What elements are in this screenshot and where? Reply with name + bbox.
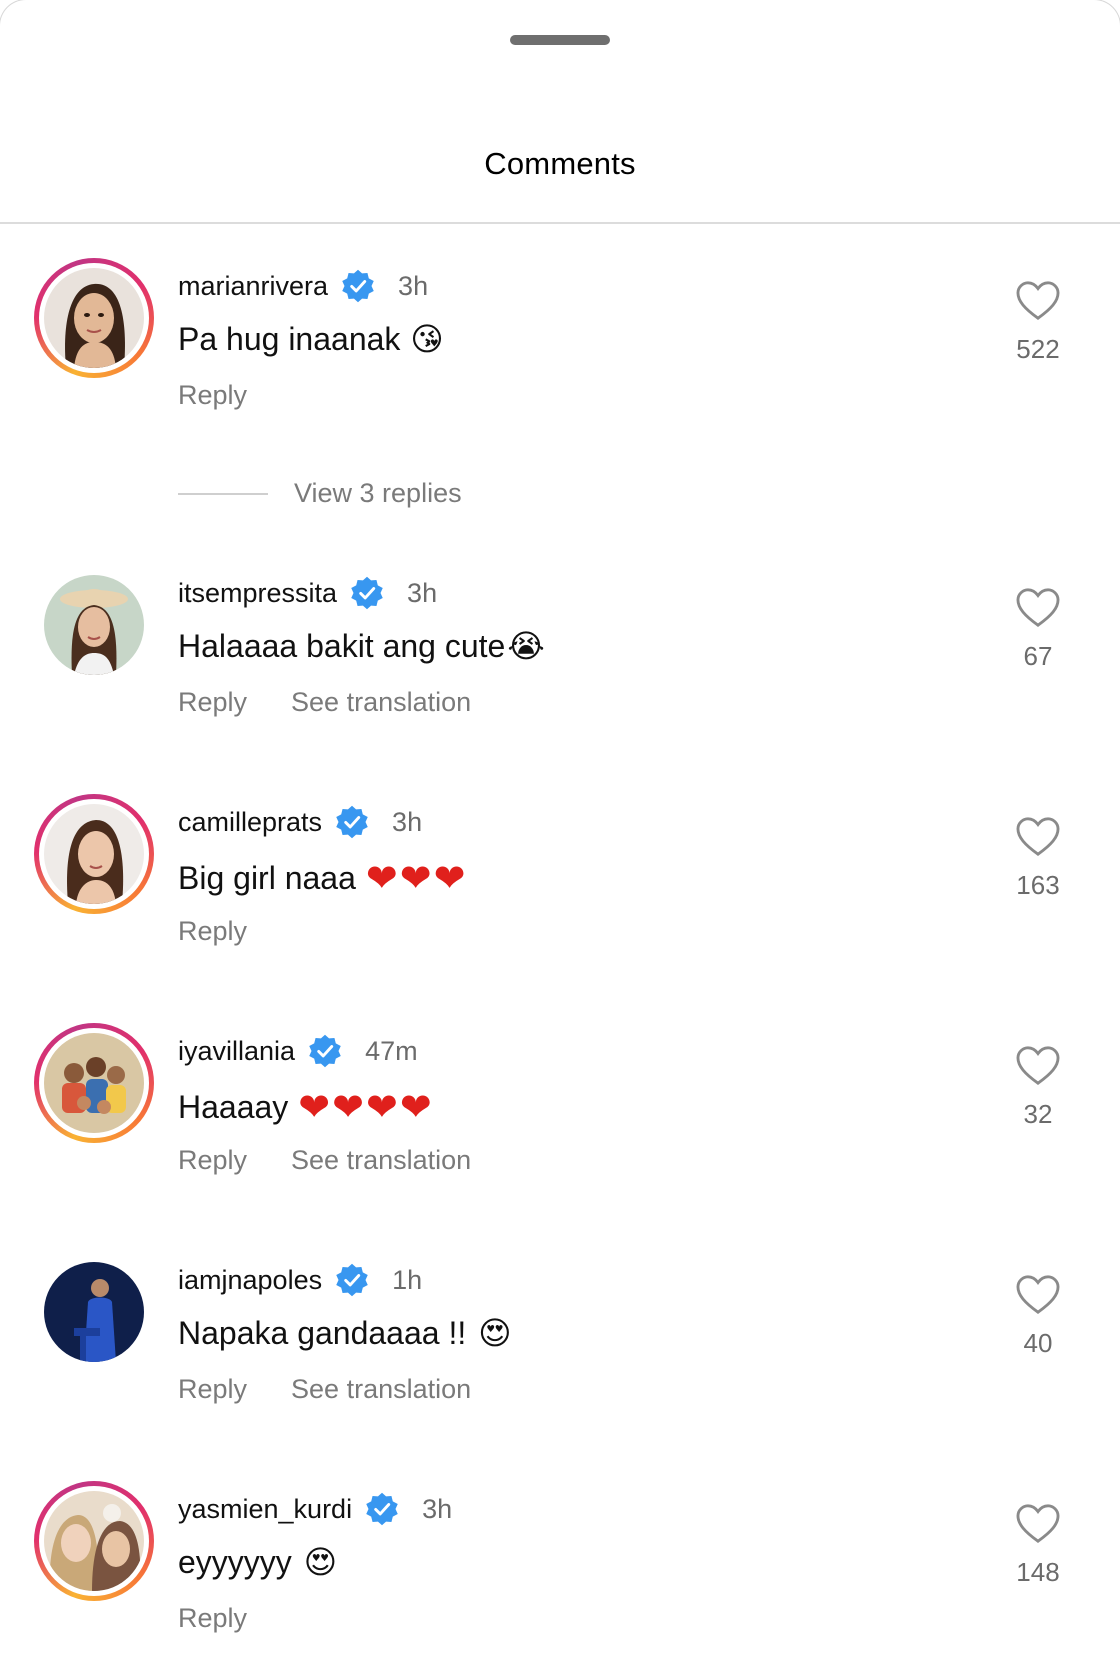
sheet-title: Comments xyxy=(484,146,636,181)
comment-item: yasmien_kurdi 3h eyyyyyy 😍 Reply 148 xyxy=(0,1481,1120,1671)
comment-username[interactable]: camilleprats xyxy=(178,807,322,838)
comment-username[interactable]: marianrivera xyxy=(178,271,328,302)
avatar xyxy=(44,1491,144,1591)
comment-item: marianrivera 3h Pa hug inaanak 😘 Reply 5… xyxy=(0,258,1120,448)
reply-button[interactable]: Reply xyxy=(178,1145,247,1176)
reply-button[interactable]: Reply xyxy=(178,916,247,947)
verified-badge-icon xyxy=(336,1263,368,1297)
avatar-wrapper[interactable] xyxy=(34,1252,154,1372)
comment-text: Napaka gandaaaa !! xyxy=(178,1314,467,1351)
comment-text: eyyyyyy xyxy=(178,1543,292,1580)
reply-button[interactable]: Reply xyxy=(178,687,247,718)
heart-outline-icon[interactable] xyxy=(1015,587,1061,629)
verified-badge-icon xyxy=(366,1492,398,1526)
comment-time: 1h xyxy=(392,1264,423,1295)
avatar xyxy=(44,268,144,368)
heart-outline-icon[interactable] xyxy=(1015,816,1061,858)
avatar-story-ring[interactable] xyxy=(34,794,154,914)
avatar-story-ring[interactable] xyxy=(34,1481,154,1601)
verified-badge-icon xyxy=(342,269,374,303)
view-replies-label: View 3 replies xyxy=(294,478,462,508)
see-translation-button[interactable]: See translation xyxy=(291,1145,471,1176)
comment-username[interactable]: yasmien_kurdi xyxy=(178,1494,352,1525)
avatar xyxy=(44,1262,144,1362)
comment-item: camilleprats 3h Big girl naaa ❤❤❤ Reply … xyxy=(0,794,1120,984)
comment-time: 47m xyxy=(365,1035,418,1066)
red-heart-emoji-icon: ❤❤❤ xyxy=(365,856,468,900)
heart-outline-icon[interactable] xyxy=(1015,1503,1061,1545)
avatar-story-ring[interactable] xyxy=(34,258,154,378)
see-translation-button[interactable]: See translation xyxy=(291,1374,471,1405)
verified-badge-icon xyxy=(351,576,383,610)
avatar xyxy=(44,575,144,675)
drag-handle[interactable] xyxy=(510,35,610,45)
comment-time: 3h xyxy=(392,806,423,837)
comment-username[interactable]: iamjnapoles xyxy=(178,1265,322,1296)
comment-username[interactable]: itsempressita xyxy=(178,578,337,609)
crying-face-emoji-icon: 😭 xyxy=(507,627,545,665)
view-replies-button[interactable]: View 3 replies xyxy=(178,478,462,509)
like-count: 522 xyxy=(1016,334,1060,364)
heart-outline-icon[interactable] xyxy=(1015,1274,1061,1316)
header-divider xyxy=(0,222,1120,224)
replies-line xyxy=(178,492,268,495)
comment-text: Halaaaa bakit ang cute xyxy=(178,627,506,664)
comment-text: Big girl naaa xyxy=(178,859,356,896)
comment-item: itsempressita 3h Halaaaa bakit ang cute … xyxy=(0,565,1120,755)
comments-sheet: Comments marianrivera 3h Pa hug inaanak … xyxy=(0,0,1120,1677)
comment-text: Haaaay xyxy=(178,1088,289,1125)
heart-eyes-emoji-icon: 😍 xyxy=(478,1314,512,1352)
like-count: 67 xyxy=(1023,641,1053,671)
verified-badge-icon xyxy=(336,805,368,839)
reply-button[interactable]: Reply xyxy=(178,380,247,411)
like-count: 32 xyxy=(1023,1099,1053,1129)
heart-eyes-emoji-icon: 😍 xyxy=(303,1543,338,1581)
comment-item: iamjnapoles 1h Napaka gandaaaa !! 😍 Repl… xyxy=(0,1252,1120,1442)
comment-time: 3h xyxy=(422,1493,453,1524)
comment-time: 3h xyxy=(398,270,429,301)
reply-button[interactable]: Reply xyxy=(178,1603,247,1634)
avatar-story-ring[interactable] xyxy=(34,1023,154,1143)
red-heart-emoji-icon: ❤❤❤❤ xyxy=(298,1085,434,1129)
like-count: 148 xyxy=(1016,1557,1060,1587)
like-count: 163 xyxy=(1016,870,1060,900)
avatar xyxy=(44,1033,144,1133)
avatar xyxy=(44,804,144,904)
avatar-wrapper[interactable] xyxy=(34,565,154,685)
comment-item: iyavillania 47m Haaaay ❤❤❤❤ Reply See tr… xyxy=(0,1023,1120,1213)
heart-outline-icon[interactable] xyxy=(1015,1045,1061,1087)
see-translation-button[interactable]: See translation xyxy=(291,687,471,718)
comment-username[interactable]: iyavillania xyxy=(178,1036,295,1067)
heart-outline-icon[interactable] xyxy=(1015,280,1061,322)
reply-button[interactable]: Reply xyxy=(178,1374,247,1405)
comment-text: Pa hug inaanak xyxy=(178,320,401,357)
verified-badge-icon xyxy=(309,1034,341,1068)
like-count: 40 xyxy=(1023,1328,1053,1358)
kissing-face-emoji-icon: 😘 xyxy=(410,320,444,358)
comment-time: 3h xyxy=(407,577,438,608)
